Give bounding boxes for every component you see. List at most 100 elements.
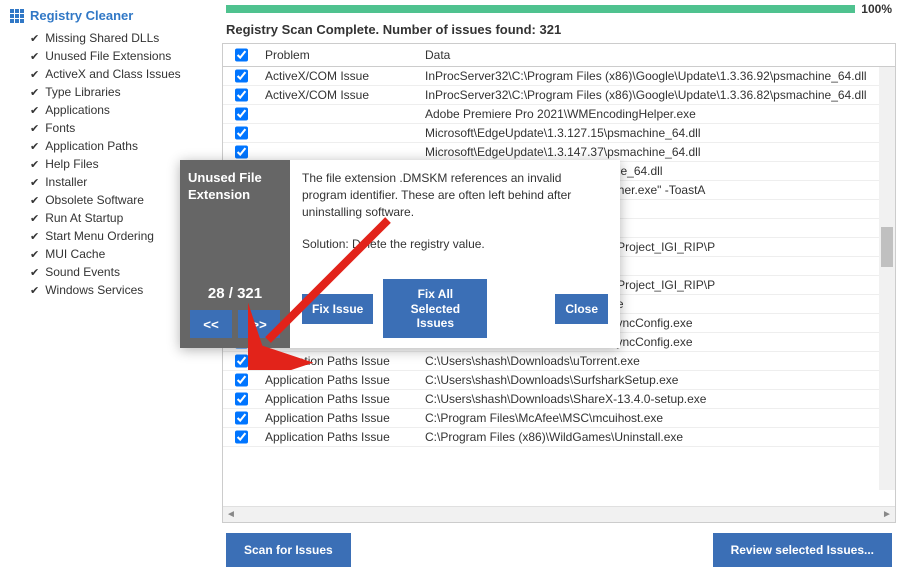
- row-problem: ActiveX/COM Issue: [259, 88, 419, 102]
- sidebar-item[interactable]: ✔ Fonts: [0, 119, 220, 137]
- review-button[interactable]: Review selected Issues...: [713, 533, 892, 567]
- header-data[interactable]: Data: [419, 48, 895, 62]
- sidebar-item-label: Sound Events: [45, 265, 120, 279]
- popup-counter: 28 / 321: [188, 285, 282, 302]
- sidebar-item[interactable]: ✔ Unused File Extensions: [0, 47, 220, 65]
- sidebar-item[interactable]: ✔ Applications: [0, 101, 220, 119]
- scroll-right-icon[interactable]: ►: [879, 509, 895, 520]
- sidebar-item-label: Start Menu Ordering: [45, 229, 154, 243]
- row-data: C:\Users\shash\Downloads\SurfsharkSetup.…: [419, 373, 895, 387]
- sidebar-header[interactable]: Registry Cleaner: [0, 4, 220, 29]
- table-row[interactable]: Application Paths IssueC:\Program Files\…: [223, 409, 895, 428]
- check-icon: ✔: [30, 248, 39, 261]
- row-problem: Application Paths Issue: [259, 392, 419, 406]
- sidebar-item-label: Missing Shared DLLs: [45, 31, 159, 45]
- horizontal-scrollbar[interactable]: ◄ ►: [223, 506, 895, 522]
- row-data: InProcServer32\C:\Program Files (x86)\Go…: [419, 69, 895, 83]
- popup-description: The file extension .DMSKM references an …: [302, 170, 608, 269]
- check-icon: ✔: [30, 104, 39, 117]
- check-icon: ✔: [30, 68, 39, 81]
- table-row[interactable]: Adobe Premiere Pro 2021\WMEncodingHelper…: [223, 105, 895, 124]
- check-icon: ✔: [30, 212, 39, 225]
- row-problem: Application Paths Issue: [259, 373, 419, 387]
- sidebar-item[interactable]: ✔ ActiveX and Class Issues: [0, 65, 220, 83]
- check-icon: ✔: [30, 50, 39, 63]
- row-problem: ActiveX/COM Issue: [259, 69, 419, 83]
- sidebar-item-label: Application Paths: [45, 139, 138, 153]
- scan-button[interactable]: Scan for Issues: [226, 533, 351, 567]
- popup-title: Unused File Extension: [188, 170, 282, 204]
- row-data: C:\Program Files\McAfee\MSC\mcuihost.exe: [419, 411, 895, 425]
- check-icon: ✔: [30, 158, 39, 171]
- check-icon: ✔: [30, 176, 39, 189]
- row-problem: [259, 126, 419, 140]
- row-data: Microsoft\EdgeUpdate\1.3.147.37\psmachin…: [419, 145, 895, 159]
- sidebar-item-label: Fonts: [45, 121, 75, 135]
- check-icon: ✔: [30, 230, 39, 243]
- row-data: Adobe Premiere Pro 2021\WMEncodingHelper…: [419, 107, 895, 121]
- sidebar-item-label: Run At Startup: [45, 211, 123, 225]
- issue-popup: Unused File Extension 28 / 321 << >> The…: [180, 160, 620, 348]
- row-problem: Application Paths Issue: [259, 354, 419, 368]
- scroll-left-icon[interactable]: ◄: [223, 509, 239, 520]
- table-row[interactable]: Application Paths IssueC:\Users\shash\Do…: [223, 371, 895, 390]
- row-checkbox[interactable]: [235, 145, 248, 159]
- row-checkbox[interactable]: [235, 373, 248, 387]
- check-icon: ✔: [30, 86, 39, 99]
- row-checkbox[interactable]: [235, 411, 248, 425]
- sidebar-item-label: Type Libraries: [45, 85, 120, 99]
- check-icon: ✔: [30, 122, 39, 135]
- sidebar-item[interactable]: ✔ Missing Shared DLLs: [0, 29, 220, 47]
- row-data: C:\Program Files (x86)\WildGames\Uninsta…: [419, 430, 895, 444]
- row-checkbox[interactable]: [235, 392, 248, 406]
- close-button[interactable]: Close: [555, 294, 608, 324]
- row-checkbox[interactable]: [235, 126, 248, 140]
- sidebar-item-label: Obsolete Software: [45, 193, 144, 207]
- row-checkbox[interactable]: [235, 88, 248, 102]
- check-icon: ✔: [30, 140, 39, 153]
- table-row[interactable]: ActiveX/COM IssueInProcServer32\C:\Progr…: [223, 67, 895, 86]
- next-button[interactable]: >>: [238, 310, 280, 338]
- prev-button[interactable]: <<: [190, 310, 232, 338]
- sidebar-item-label: ActiveX and Class Issues: [45, 67, 180, 81]
- table-row[interactable]: Microsoft\EdgeUpdate\1.3.127.15\psmachin…: [223, 124, 895, 143]
- check-icon: ✔: [30, 194, 39, 207]
- row-problem: [259, 107, 419, 121]
- header-problem[interactable]: Problem: [259, 48, 419, 62]
- fix-all-button[interactable]: Fix All Selected Issues: [383, 279, 487, 338]
- row-checkbox[interactable]: [235, 107, 248, 121]
- row-checkbox[interactable]: [235, 69, 248, 83]
- row-data: InProcServer32\C:\Program Files (x86)\Go…: [419, 88, 895, 102]
- row-checkbox[interactable]: [235, 354, 248, 368]
- popup-desc-text: The file extension .DMSKM references an …: [302, 170, 608, 220]
- table-row[interactable]: Application Paths IssueC:\Users\shash\Do…: [223, 390, 895, 409]
- popup-solution-text: Solution: Delete the registry value.: [302, 236, 608, 253]
- progress-percent: 100%: [861, 2, 892, 16]
- header-checkbox[interactable]: [235, 48, 248, 62]
- table-header: Problem Data: [223, 44, 895, 67]
- row-data: C:\Users\shash\Downloads\ShareX-13.4.0-s…: [419, 392, 895, 406]
- vertical-scrollbar[interactable]: [879, 67, 895, 490]
- sidebar-item-label: Windows Services: [45, 283, 143, 297]
- row-checkbox[interactable]: [235, 430, 248, 444]
- row-problem: Application Paths Issue: [259, 411, 419, 425]
- sidebar-title: Registry Cleaner: [30, 8, 133, 23]
- row-problem: [259, 145, 419, 159]
- progress-bar: [226, 5, 855, 13]
- sidebar-item[interactable]: ✔ Type Libraries: [0, 83, 220, 101]
- row-data: C:\Users\shash\Downloads\uTorrent.exe: [419, 354, 895, 368]
- sidebar-item[interactable]: ✔ Application Paths: [0, 137, 220, 155]
- table-row[interactable]: Application Paths IssueC:\Program Files …: [223, 428, 895, 447]
- fix-issue-button[interactable]: Fix Issue: [302, 294, 373, 324]
- table-row[interactable]: Application Paths IssueC:\Users\shash\Do…: [223, 352, 895, 371]
- sidebar-item-label: Help Files: [45, 157, 98, 171]
- check-icon: ✔: [30, 32, 39, 45]
- row-data: Microsoft\EdgeUpdate\1.3.127.15\psmachin…: [419, 126, 895, 140]
- check-icon: ✔: [30, 284, 39, 297]
- grid-icon: [10, 9, 24, 23]
- status-text: Registry Scan Complete. Number of issues…: [220, 16, 898, 43]
- table-row[interactable]: ActiveX/COM IssueInProcServer32\C:\Progr…: [223, 86, 895, 105]
- sidebar-item-label: Unused File Extensions: [45, 49, 171, 63]
- sidebar-item-label: MUI Cache: [45, 247, 105, 261]
- sidebar-item-label: Applications: [45, 103, 110, 117]
